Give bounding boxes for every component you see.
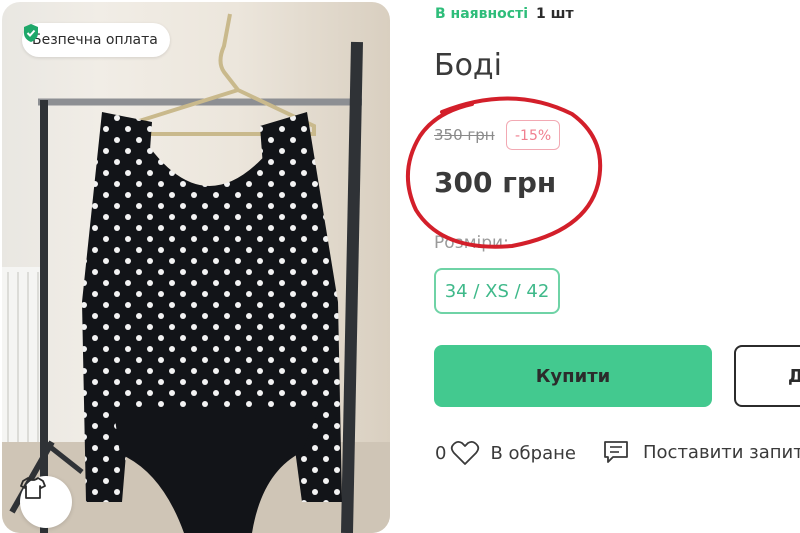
safe-payment-label: Безпечна оплата [32,32,158,48]
discount-badge: -15% [506,120,561,150]
secondary-button-label: Д [788,365,800,387]
size-chart-button[interactable] [20,476,72,528]
old-price: 350 грн [434,126,495,144]
add-to-favorites[interactable]: 0 В обране [435,440,576,466]
size-option[interactable]: 34 / XS / 42 [434,268,560,314]
product-title: Боді [434,48,503,83]
buy-button[interactable]: Купити [434,345,712,407]
sizes-label: Розміри: [434,233,509,253]
tshirt-icon [20,477,46,499]
heart-icon [451,440,480,465]
favorites-label: В обране [490,442,576,464]
shield-check-icon [24,24,38,42]
favorites-count: 0 [435,442,447,464]
ask-question-label: Поставити запита [643,441,800,463]
ask-question-link[interactable]: Поставити запита [603,440,800,464]
safe-payment-badge: Безпечна оплата [22,23,170,57]
stock-status: В наявності 1 шт [435,6,574,22]
stock-quantity: 1 шт [536,6,574,22]
product-photo[interactable]: Безпечна оплата [2,2,390,533]
product-image [2,13,390,533]
secondary-button[interactable]: Д [734,345,800,407]
current-price: 300 грн [434,166,557,199]
chat-icon [604,441,628,463]
stock-availability: В наявності [435,6,529,22]
